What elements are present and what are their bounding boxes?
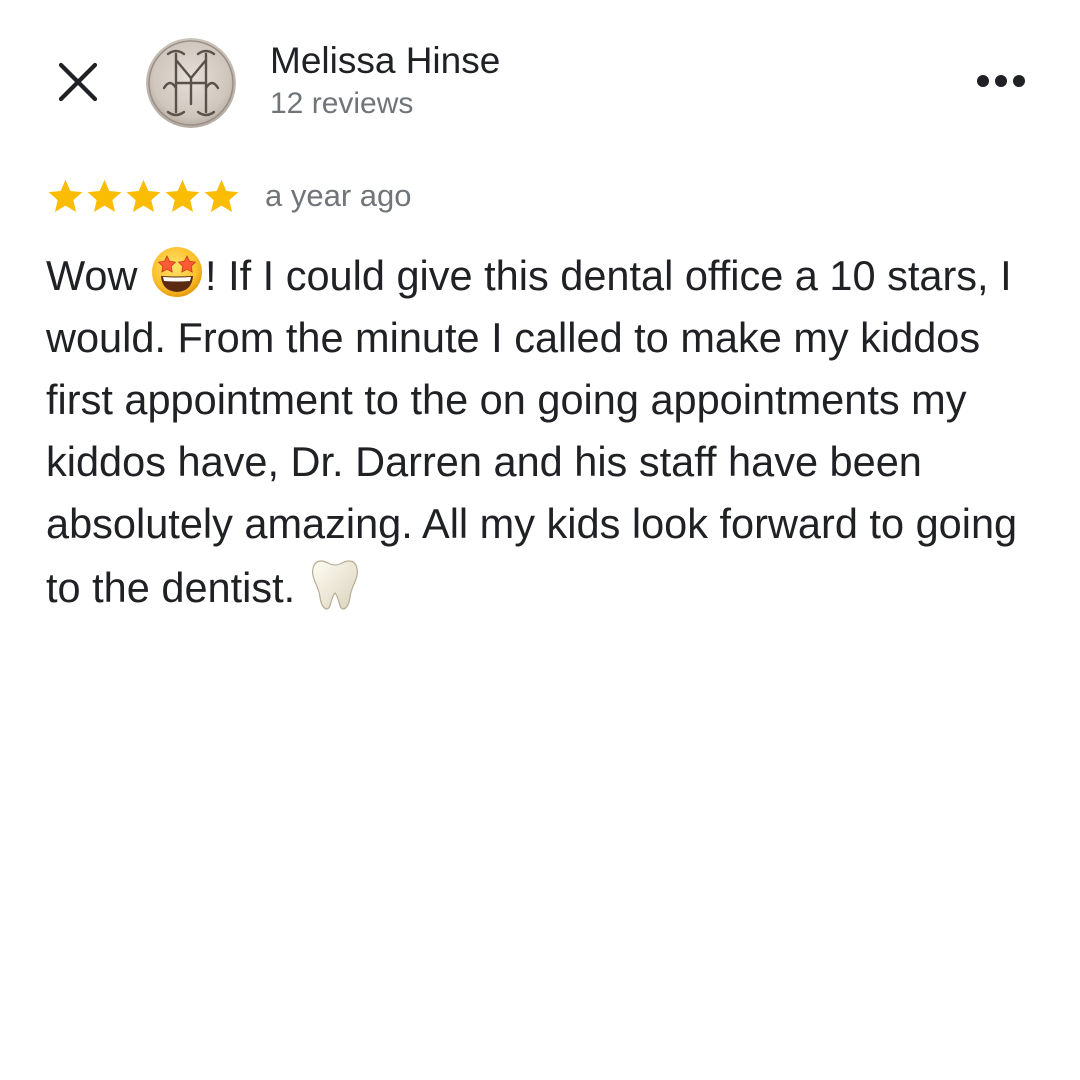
star-icon [165, 179, 200, 212]
author-name[interactable]: Melissa Hinse [270, 38, 500, 84]
more-horizontal-icon [977, 75, 1025, 87]
review-count: 12 reviews [270, 87, 414, 120]
tooth-emoji-icon [311, 560, 358, 610]
close-button[interactable] [50, 54, 106, 110]
star-icon [48, 179, 83, 212]
star-icon [87, 179, 122, 212]
review-text-part2: ! If I could give this dental office a 1… [46, 252, 1018, 611]
rating-row: a year ago [46, 174, 412, 218]
star-rating [46, 177, 241, 216]
close-icon [58, 62, 98, 102]
monogram-avatar-icon [146, 38, 236, 128]
review-date: a year ago [265, 178, 412, 213]
star-icon [126, 179, 161, 212]
review-text-part1: Wow [46, 252, 150, 299]
more-options-button[interactable] [966, 56, 1036, 106]
review-text: Wow ! If I could give this dental office… [46, 243, 1036, 619]
avatar[interactable] [146, 38, 236, 128]
author-info[interactable]: Melissa Hinse 12 reviews [270, 38, 500, 124]
star-struck-emoji-icon [152, 247, 203, 297]
star-icon [204, 179, 239, 212]
